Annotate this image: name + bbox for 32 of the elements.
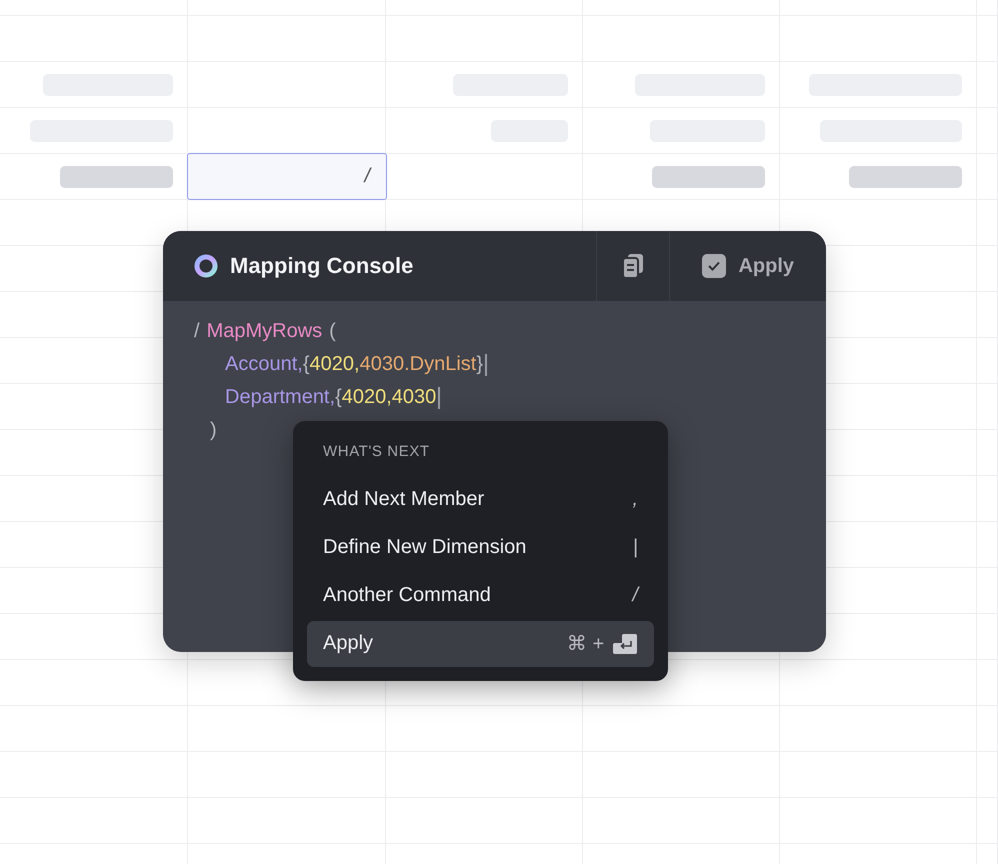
menu-item[interactable]: Define New Dimension |	[307, 524, 654, 571]
code-token: 4030.DynList	[360, 353, 476, 376]
shortcut-key: |	[632, 536, 638, 560]
code-token: 4020,4030	[342, 386, 436, 409]
ring-logo-icon	[194, 254, 218, 278]
checkbox[interactable]	[702, 254, 726, 278]
shortcut-key: /	[632, 584, 638, 608]
shortcut-key: ⌘ +	[566, 631, 604, 656]
menu-item[interactable]: Apply ⌘ +	[307, 620, 654, 668]
menu-item-label: Add Next Member	[323, 488, 484, 512]
code-token: MapMyRows	[206, 320, 322, 343]
code-token: /	[194, 320, 200, 343]
code-token: Account,	[225, 353, 303, 376]
menu-item-label: Apply	[323, 632, 374, 656]
cell-input-field[interactable]: /	[187, 153, 387, 200]
code-token: {	[335, 386, 342, 409]
code-token: (	[329, 320, 336, 343]
menu-heading: WHAT'S NEXT	[322, 443, 431, 462]
code-token: {	[302, 353, 310, 376]
menu-item-label: Another Command	[323, 584, 491, 608]
console-title: Mapping Console	[230, 253, 414, 279]
code-token: Department,	[225, 386, 336, 409]
copy-icon	[621, 253, 646, 279]
shortcut-key: ,	[632, 488, 638, 512]
menu-item[interactable]: Another Command /	[307, 572, 654, 619]
code-token: }	[476, 353, 484, 376]
apply-button[interactable]: Apply	[669, 231, 826, 301]
menu-item[interactable]: Add Next Member ,	[307, 476, 654, 523]
menu-item-label: Define New Dimension	[323, 536, 526, 560]
code-token: 4020,	[310, 353, 360, 376]
code-token: )	[210, 419, 217, 442]
checkmark-icon	[707, 259, 722, 273]
